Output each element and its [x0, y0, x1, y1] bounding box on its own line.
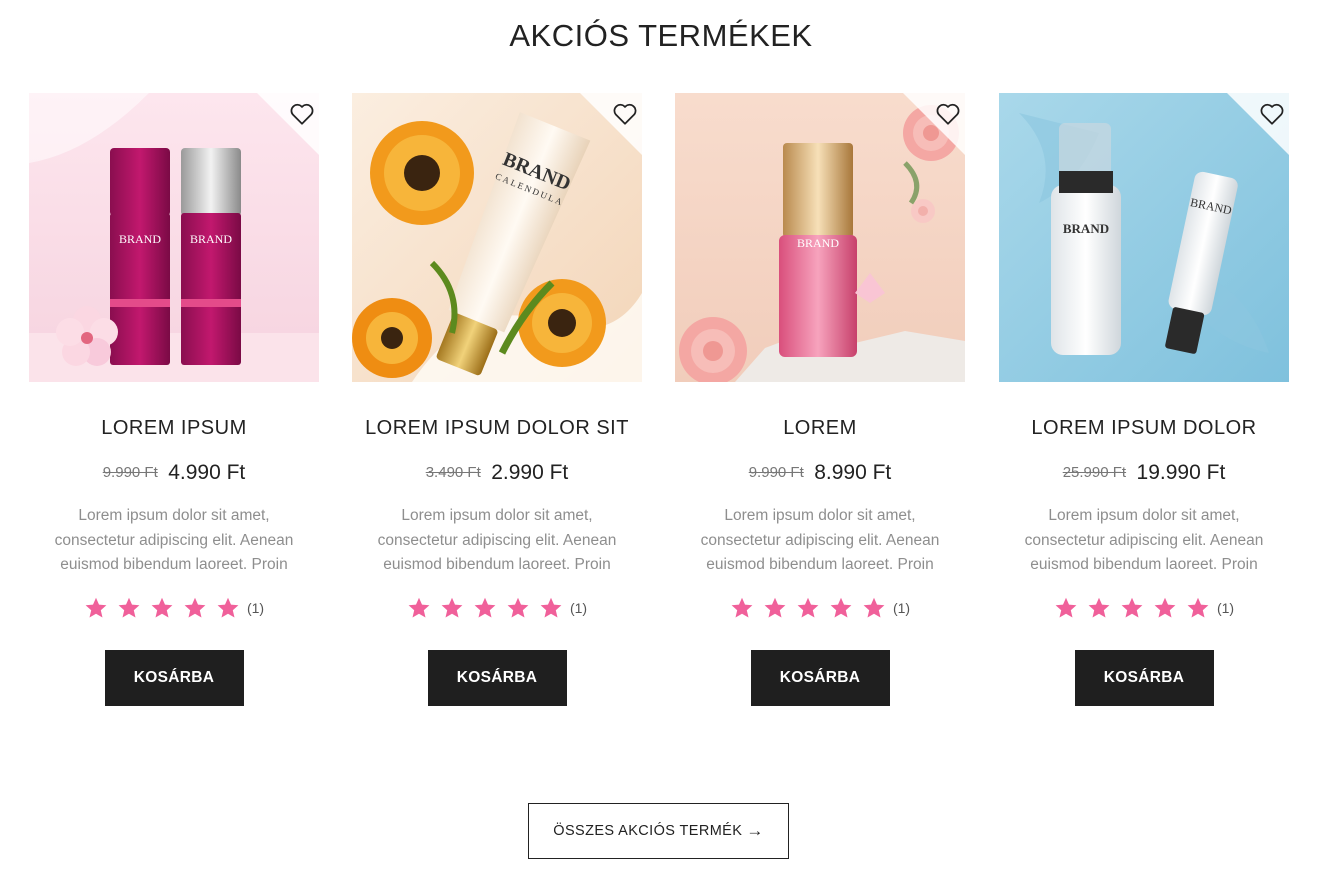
review-count: (1)	[569, 599, 588, 616]
star-filled-icon	[151, 597, 173, 617]
product-name[interactable]: LOREM IPSUM DOLOR	[999, 416, 1289, 440]
product-price: 9.990 Ft 8.990 Ft	[675, 460, 965, 486]
heart-outline-icon[interactable]	[612, 102, 638, 126]
product-rating[interactable]: (1)	[352, 595, 642, 621]
all-sale-products-button[interactable]: ÖSSZES AKCIÓS TERMÉK →	[528, 803, 789, 859]
star-filled-icon	[830, 597, 852, 617]
image-brand-text: BRAND	[190, 232, 232, 246]
review-count: (1)	[892, 599, 911, 616]
product-image-link[interactable]: BRAND CALENDULA	[352, 93, 642, 382]
star-filled-icon	[408, 597, 430, 617]
product-image-link[interactable]: BRAND	[675, 93, 965, 382]
star-filled-icon	[540, 597, 562, 617]
star-filled-icon	[85, 597, 107, 617]
product-name[interactable]: LOREM	[675, 416, 965, 440]
image-brand-text: BRAND	[119, 232, 161, 246]
sale-price: 19.990 Ft	[1136, 461, 1226, 484]
product-card: BRAND CALENDULA LOREM IPSUM DOLOR SIT 3.…	[352, 93, 642, 713]
star-filled-icon	[1088, 597, 1110, 617]
product-card: BRAND LOREM 9.990 Ft 8.990 Ft Lorem ipsu…	[675, 93, 965, 713]
add-to-cart-button[interactable]: KOSÁRBA	[1074, 649, 1214, 706]
product-image-link[interactable]: BRAND BRAND	[999, 93, 1289, 382]
star-filled-icon	[863, 597, 885, 617]
heart-outline-icon[interactable]	[935, 102, 961, 126]
old-price: 9.990 Ft	[102, 464, 158, 481]
product-price: 9.990 Ft 4.990 Ft	[29, 460, 319, 486]
star-filled-icon	[1055, 597, 1077, 617]
product-card: BRAND BRAND LOREM IPSUM DOLOR 25.990 Ft …	[999, 93, 1289, 713]
star-filled-icon	[118, 597, 140, 617]
product-rating[interactable]: (1)	[675, 595, 965, 621]
product-image-link[interactable]: BRAND BRAND	[29, 93, 319, 382]
product-name[interactable]: LOREM IPSUM	[29, 416, 319, 440]
product-name[interactable]: LOREM IPSUM DOLOR SIT	[352, 416, 642, 440]
star-filled-icon	[764, 597, 786, 617]
product-description: Lorem ipsum dolor sit amet, consectetur …	[54, 507, 294, 573]
product-description: Lorem ipsum dolor sit amet, consectetur …	[700, 507, 940, 573]
heart-outline-icon[interactable]	[289, 102, 315, 126]
product-price: 25.990 Ft 19.990 Ft	[999, 460, 1289, 486]
star-filled-icon	[507, 597, 529, 617]
sale-price: 4.990 Ft	[168, 461, 246, 484]
add-to-cart-button[interactable]: KOSÁRBA	[427, 649, 567, 706]
product-rating[interactable]: (1)	[999, 595, 1289, 621]
star-filled-icon	[441, 597, 463, 617]
star-filled-icon	[474, 597, 496, 617]
sale-price: 2.990 Ft	[491, 461, 569, 484]
image-brand-text: BRAND	[797, 236, 839, 250]
star-filled-icon	[1154, 597, 1176, 617]
product-price: 3.490 Ft 2.990 Ft	[352, 460, 642, 486]
section-title: AKCIÓS TERMÉKEK	[509, 18, 813, 53]
sale-price: 8.990 Ft	[814, 461, 892, 484]
heart-outline-icon[interactable]	[1259, 102, 1285, 126]
star-filled-icon	[1187, 597, 1209, 617]
old-price: 3.490 Ft	[425, 464, 481, 481]
star-filled-icon	[184, 597, 206, 617]
review-count: (1)	[1216, 599, 1235, 616]
star-filled-icon	[731, 597, 753, 617]
add-to-cart-button[interactable]: KOSÁRBA	[104, 649, 244, 706]
image-brand-text: BRAND	[1063, 221, 1109, 236]
product-description: Lorem ipsum dolor sit amet, consectetur …	[377, 507, 617, 573]
arrow-right-icon: →	[746, 821, 764, 840]
all-sale-products-label: ÖSSZES AKCIÓS TERMÉK	[553, 823, 743, 839]
product-description: Lorem ipsum dolor sit amet, consectetur …	[1024, 507, 1264, 573]
add-to-cart-button[interactable]: KOSÁRBA	[750, 649, 890, 706]
old-price: 25.990 Ft	[1062, 464, 1127, 481]
star-filled-icon	[797, 597, 819, 617]
product-rating[interactable]: (1)	[29, 595, 319, 621]
star-filled-icon	[1121, 597, 1143, 617]
old-price: 9.990 Ft	[748, 464, 804, 481]
review-count: (1)	[246, 599, 265, 616]
product-card: BRAND BRAND LOREM IPSUM 9.990 Ft 4.990 F…	[29, 93, 319, 713]
star-filled-icon	[217, 597, 239, 617]
